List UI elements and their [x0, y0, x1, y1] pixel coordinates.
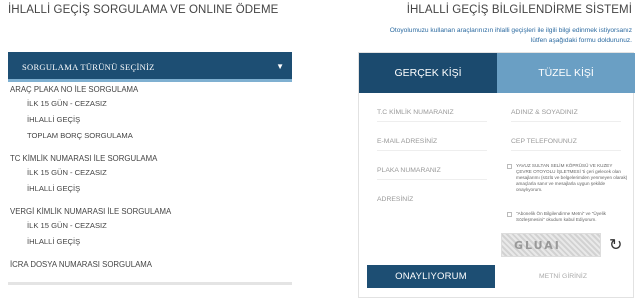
menu-item-plate-violation[interactable]: İHLALLİ GEÇİŞ: [27, 112, 292, 128]
menu-divider: [8, 282, 292, 285]
submit-button[interactable]: ONAYLIYORUM: [367, 265, 495, 288]
query-menu: ARAÇ PLAKA NO İLE SORGULAMA İLK 15 GÜN -…: [8, 84, 292, 271]
menu-item-enforcement-file[interactable]: İCRA DOSYA NUMARASI SORGULAMA: [10, 259, 292, 271]
phone-input[interactable]: CEP TELEFONUNUZ: [511, 138, 577, 145]
intro-text: Otoyolumuzu kullanan araçlarınızın ihlal…: [382, 26, 632, 46]
name-surname-input[interactable]: ADINIZ & SOYADINIZ: [511, 109, 578, 116]
query-type-label: SORGULAMA TÜRÜNÜ SEÇİNİZ: [22, 62, 155, 72]
group-tc-title: TC KİMLİK NUMARASI İLE SORGULAMA: [10, 154, 158, 163]
menu-item-tc-first15[interactable]: İLK 15 GÜN - CEZASIZ: [27, 165, 292, 181]
tc-id-input[interactable]: T.C KİMLİK NUMARANIZ: [377, 109, 454, 116]
intro-line-1: Otoyolumuzu kullanan araçlarınızın ihlal…: [389, 27, 632, 34]
group-tax-title: VERGİ KİMLİK NUMARASI İLE SORGULAMA: [10, 207, 172, 216]
menu-item-tax-first15[interactable]: İLK 15 GÜN - CEZASIZ: [27, 218, 292, 234]
captcha-code-input[interactable]: METNİ GİRİNİZ: [501, 265, 625, 288]
consent-checkbox-2[interactable]: [507, 212, 512, 217]
menu-item-tc-violation[interactable]: İHLALLİ GEÇİŞ: [27, 181, 292, 197]
refresh-icon[interactable]: ↻: [609, 235, 622, 255]
intro-line-2: lütfen aşağıdaki formu doldurunuz.: [530, 37, 632, 44]
left-page-title: İHLALLİ GEÇİŞ SORGULAMA VE ONLINE ÖDEME: [8, 4, 279, 16]
menu-item-plate-total-debt[interactable]: TOPLAM BORÇ SORGULAMA: [27, 128, 292, 144]
consent-text-2: "Abonelik Ön Bilgilendirme Metni" ve "Üy…: [516, 211, 606, 222]
query-type-select[interactable]: SORGULAMA TÜRÜNÜ SEÇİNİZ ▼: [8, 52, 292, 82]
tab-legal-person[interactable]: TÜZEL KİŞİ: [497, 53, 635, 93]
notification-form: GERÇEK KİŞİ TÜZEL KİŞİ T.C KİMLİK NUMARA…: [358, 52, 635, 298]
consent-checkbox-1[interactable]: [507, 164, 512, 169]
tab-real-person[interactable]: GERÇEK KİŞİ: [359, 53, 497, 93]
plate-input[interactable]: PLAKA NUMARANIZ: [377, 167, 441, 174]
menu-item-tax-violation[interactable]: İHLALLİ GEÇİŞ: [27, 234, 292, 250]
captcha-image: GLUAI: [501, 233, 601, 257]
caret-down-icon: ▼: [276, 62, 284, 71]
consent-text-1: YAVUZ SULTAN SELİM KÖPRÜSÜ VE KUZEY ÇEVR…: [516, 163, 628, 192]
email-input[interactable]: E-MAIL ADRESİNİZ: [377, 138, 437, 145]
address-input[interactable]: ADRESİNİZ: [377, 196, 413, 203]
menu-item-plate-first15[interactable]: İLK 15 GÜN - CEZASIZ: [27, 96, 292, 112]
captcha-text: GLUAI: [514, 239, 561, 252]
right-page-title: İHLALLİ GEÇİŞ BİLGİLENDİRME SİSTEMİ: [406, 4, 632, 16]
group-plate-title: ARAÇ PLAKA NO İLE SORGULAMA: [10, 85, 139, 94]
